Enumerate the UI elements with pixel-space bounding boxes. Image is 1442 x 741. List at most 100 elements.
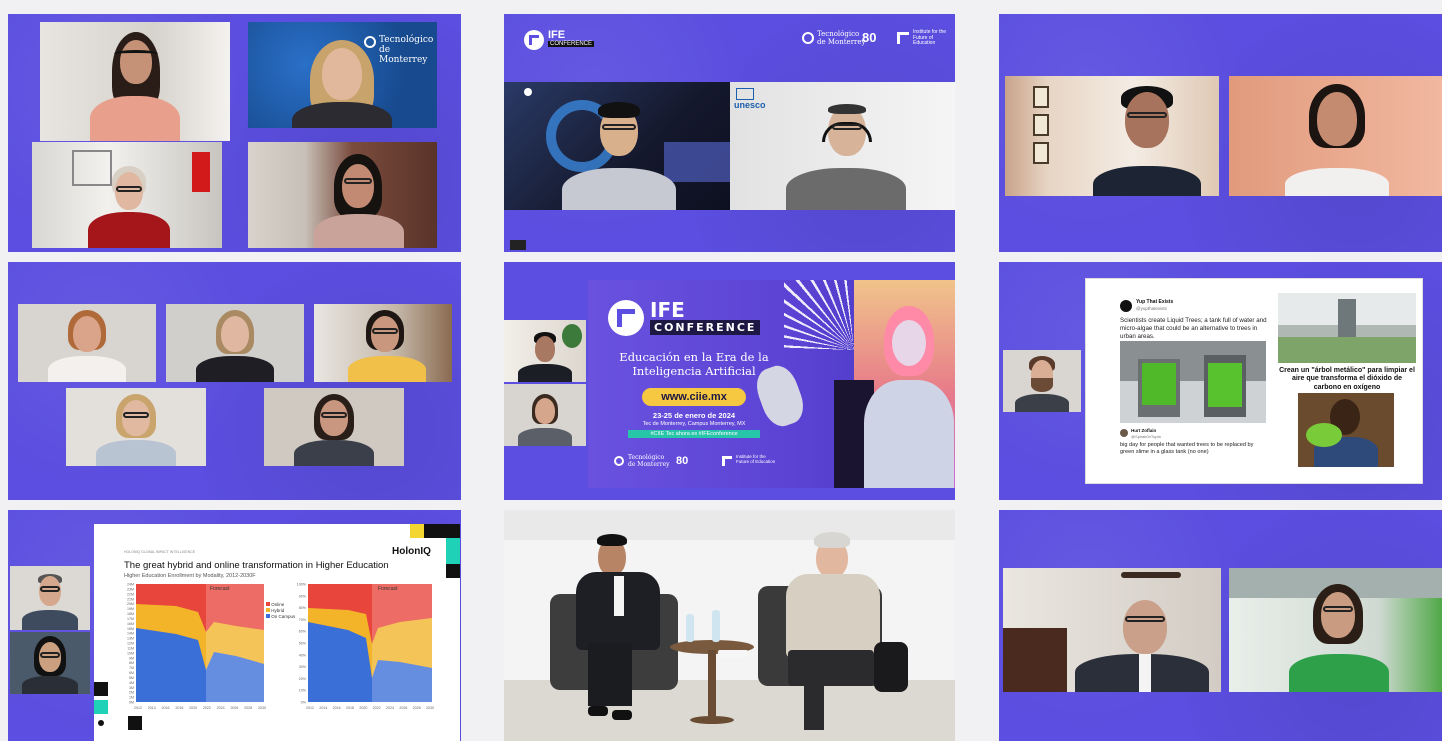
- left-x-tick-label: 2016: [162, 706, 170, 710]
- participant-video-4c[interactable]: [314, 304, 452, 382]
- participant-video-9a[interactable]: [1003, 568, 1221, 692]
- reply-text: big day for people that wanted trees to …: [1120, 442, 1254, 455]
- participant-tile-5[interactable]: ndo IFE CONFERENCE Educac: [504, 262, 955, 500]
- right-x-tick-label: 2024: [386, 706, 394, 710]
- participant-video-1d[interactable]: [248, 142, 437, 248]
- left-y-tick-label: 4M: [129, 681, 134, 685]
- reply-avatar: [1120, 429, 1128, 437]
- brand-label: Tecnológico de Monterrey: [379, 35, 434, 65]
- conference-poster: IFE CONFERENCE Educación en la Era de la…: [588, 280, 955, 488]
- left-y-tick-label: 9M: [129, 656, 134, 660]
- participant-video-2a[interactable]: [504, 82, 730, 210]
- right-x-tick-label: 2026: [399, 706, 407, 710]
- left-x-tick-label: 2020: [189, 706, 197, 710]
- right-y-tick-label: 60%: [299, 630, 307, 634]
- participant-video-1b[interactable]: Tecnológico de Monterrey: [248, 22, 437, 128]
- left-y-tick-label: 20M: [127, 602, 134, 606]
- participant-video-1a[interactable]: [40, 22, 230, 141]
- shared-screen-tweet: Yup That Exists @yupthatexists Scientist…: [1085, 278, 1423, 484]
- participant-video-9b[interactable]: [1229, 568, 1442, 692]
- left-x-tick-label: 2024: [217, 706, 225, 710]
- participant-video-4b[interactable]: [166, 304, 304, 382]
- participant-video-6a[interactable]: [1003, 350, 1081, 412]
- tweet-text: Scientists create Liquid Trees; a tank f…: [1120, 317, 1267, 340]
- right-x-tick-label: 2020: [359, 706, 367, 710]
- participant-video-5a[interactable]: [504, 320, 586, 382]
- self-view-indicator[interactable]: [510, 240, 526, 250]
- news-headline: Crean un "árbol metálico" para limpiar e…: [1279, 367, 1415, 391]
- slide-title: The great hybrid and online transformati…: [124, 560, 389, 571]
- holoniq-logo: HolonIQ: [392, 546, 431, 557]
- reply-user: Hurt Zoflain: [1131, 428, 1157, 433]
- shared-screen-slide: HOLONIQ GLOBAL IMPACT INTELLIGENCE Holon…: [94, 524, 460, 741]
- participant-video-3a[interactable]: [1005, 76, 1219, 196]
- right-y-tick-label: 10%: [299, 689, 307, 693]
- legend-on-campus: On Campus: [266, 614, 295, 620]
- left-y-tick-label: 5M: [129, 676, 134, 680]
- participant-video-7a[interactable]: [10, 566, 90, 630]
- news-person-image: [1298, 393, 1394, 467]
- participant-video-8[interactable]: [504, 510, 955, 741]
- participant-video-1c[interactable]: [32, 142, 222, 248]
- poster-venue: Tec de Monterrey, Campus Monterrey, MX: [642, 421, 746, 427]
- left-x-tick-label: 2014: [148, 706, 156, 710]
- left-y-tick-label: 10M: [127, 651, 134, 655]
- participant-tile-3[interactable]: [999, 14, 1442, 252]
- participant-video-4d[interactable]: [66, 388, 206, 466]
- participant-video-4e[interactable]: [264, 388, 404, 466]
- participant-tile-4[interactable]: [8, 262, 461, 500]
- left-y-tick-label: 21M: [127, 597, 134, 601]
- left-x-tick-label: 2018: [175, 706, 183, 710]
- participant-video-7b[interactable]: [10, 632, 90, 694]
- forecast-label-right: Forecast: [378, 586, 398, 592]
- participant-tile-2[interactable]: IFE CONFERENCE Tecnológico de Monterrey …: [504, 14, 955, 252]
- right-y-tick-label: 80%: [299, 606, 307, 610]
- left-y-tick-label: 14M: [127, 632, 134, 636]
- poster-brand-80: 80: [676, 455, 689, 467]
- right-y-tick-label: 0%: [301, 701, 307, 705]
- left-y-tick-label: 22M: [127, 592, 134, 596]
- left-x-tick-label: 2022: [203, 706, 211, 710]
- left-y-tick-label: 15M: [127, 627, 134, 631]
- left-x-tick-label: 2012: [134, 706, 142, 710]
- tweet-image: [1120, 341, 1266, 423]
- institute-label: Institute for the Future of Education: [913, 29, 947, 46]
- left-y-tick-label: 8M: [129, 661, 134, 665]
- left-y-tick-label: 6M: [129, 671, 134, 675]
- participant-tile-1[interactable]: Tecnológico de Monterrey: [8, 14, 461, 252]
- left-x-tick-label: 2026: [230, 706, 238, 710]
- poster-brand: Tecnológico de Monterrey: [628, 454, 670, 468]
- participant-tile-6[interactable]: Yup That Exists @yupthatexists Scientist…: [999, 262, 1442, 500]
- right-x-tick-label: 2014: [319, 706, 327, 710]
- left-y-tick-label: 13M: [127, 637, 134, 641]
- slide-header-small: HOLONIQ GLOBAL IMPACT INTELLIGENCE: [124, 550, 196, 554]
- tweet-account: Yup That Exists: [1136, 299, 1174, 305]
- left-y-tick-label: 2M: [129, 691, 134, 695]
- poster-hashtag: #CIIE Tec ahora es #IFEconference: [628, 430, 760, 438]
- participant-tile-7[interactable]: HOLONIQ GLOBAL IMPACT INTELLIGENCE Holon…: [8, 510, 461, 741]
- participant-tile-8[interactable]: [504, 510, 955, 741]
- tec-logo-icon: [364, 36, 376, 48]
- enrollment-volume-chart: 24M23M22M21M20M19M18M17M16M15M14M13M12M1…: [127, 583, 266, 711]
- poster-url: www.ciie.mx: [642, 388, 746, 406]
- right-x-tick-label: 2022: [373, 706, 381, 710]
- slide-subtitle: Higher Education Enrollment by Modality,…: [124, 573, 256, 579]
- right-y-tick-label: 100%: [297, 583, 307, 587]
- participant-video-3b[interactable]: [1229, 76, 1442, 196]
- left-y-tick-label: 23M: [127, 587, 134, 591]
- participant-video-2b[interactable]: unesco: [730, 82, 955, 210]
- right-y-tick-label: 70%: [299, 618, 307, 622]
- participant-tile-9[interactable]: [999, 510, 1442, 741]
- left-x-tick-label: 2030: [258, 706, 266, 710]
- left-y-tick-label: 18M: [127, 612, 134, 616]
- right-y-tick-label: 30%: [299, 665, 307, 669]
- left-y-tick-label: 17M: [127, 617, 134, 621]
- left-y-tick-label: 1M: [129, 696, 134, 700]
- institute-logo-icon: [722, 456, 732, 466]
- participant-video-4a[interactable]: [18, 304, 156, 382]
- right-x-tick-label: 2018: [346, 706, 354, 710]
- dot-icon: [98, 720, 104, 726]
- poster-dates: 23-25 de enero de 2024: [652, 411, 736, 420]
- institute-logo-icon: [897, 32, 909, 44]
- participant-video-5b[interactable]: [504, 384, 586, 446]
